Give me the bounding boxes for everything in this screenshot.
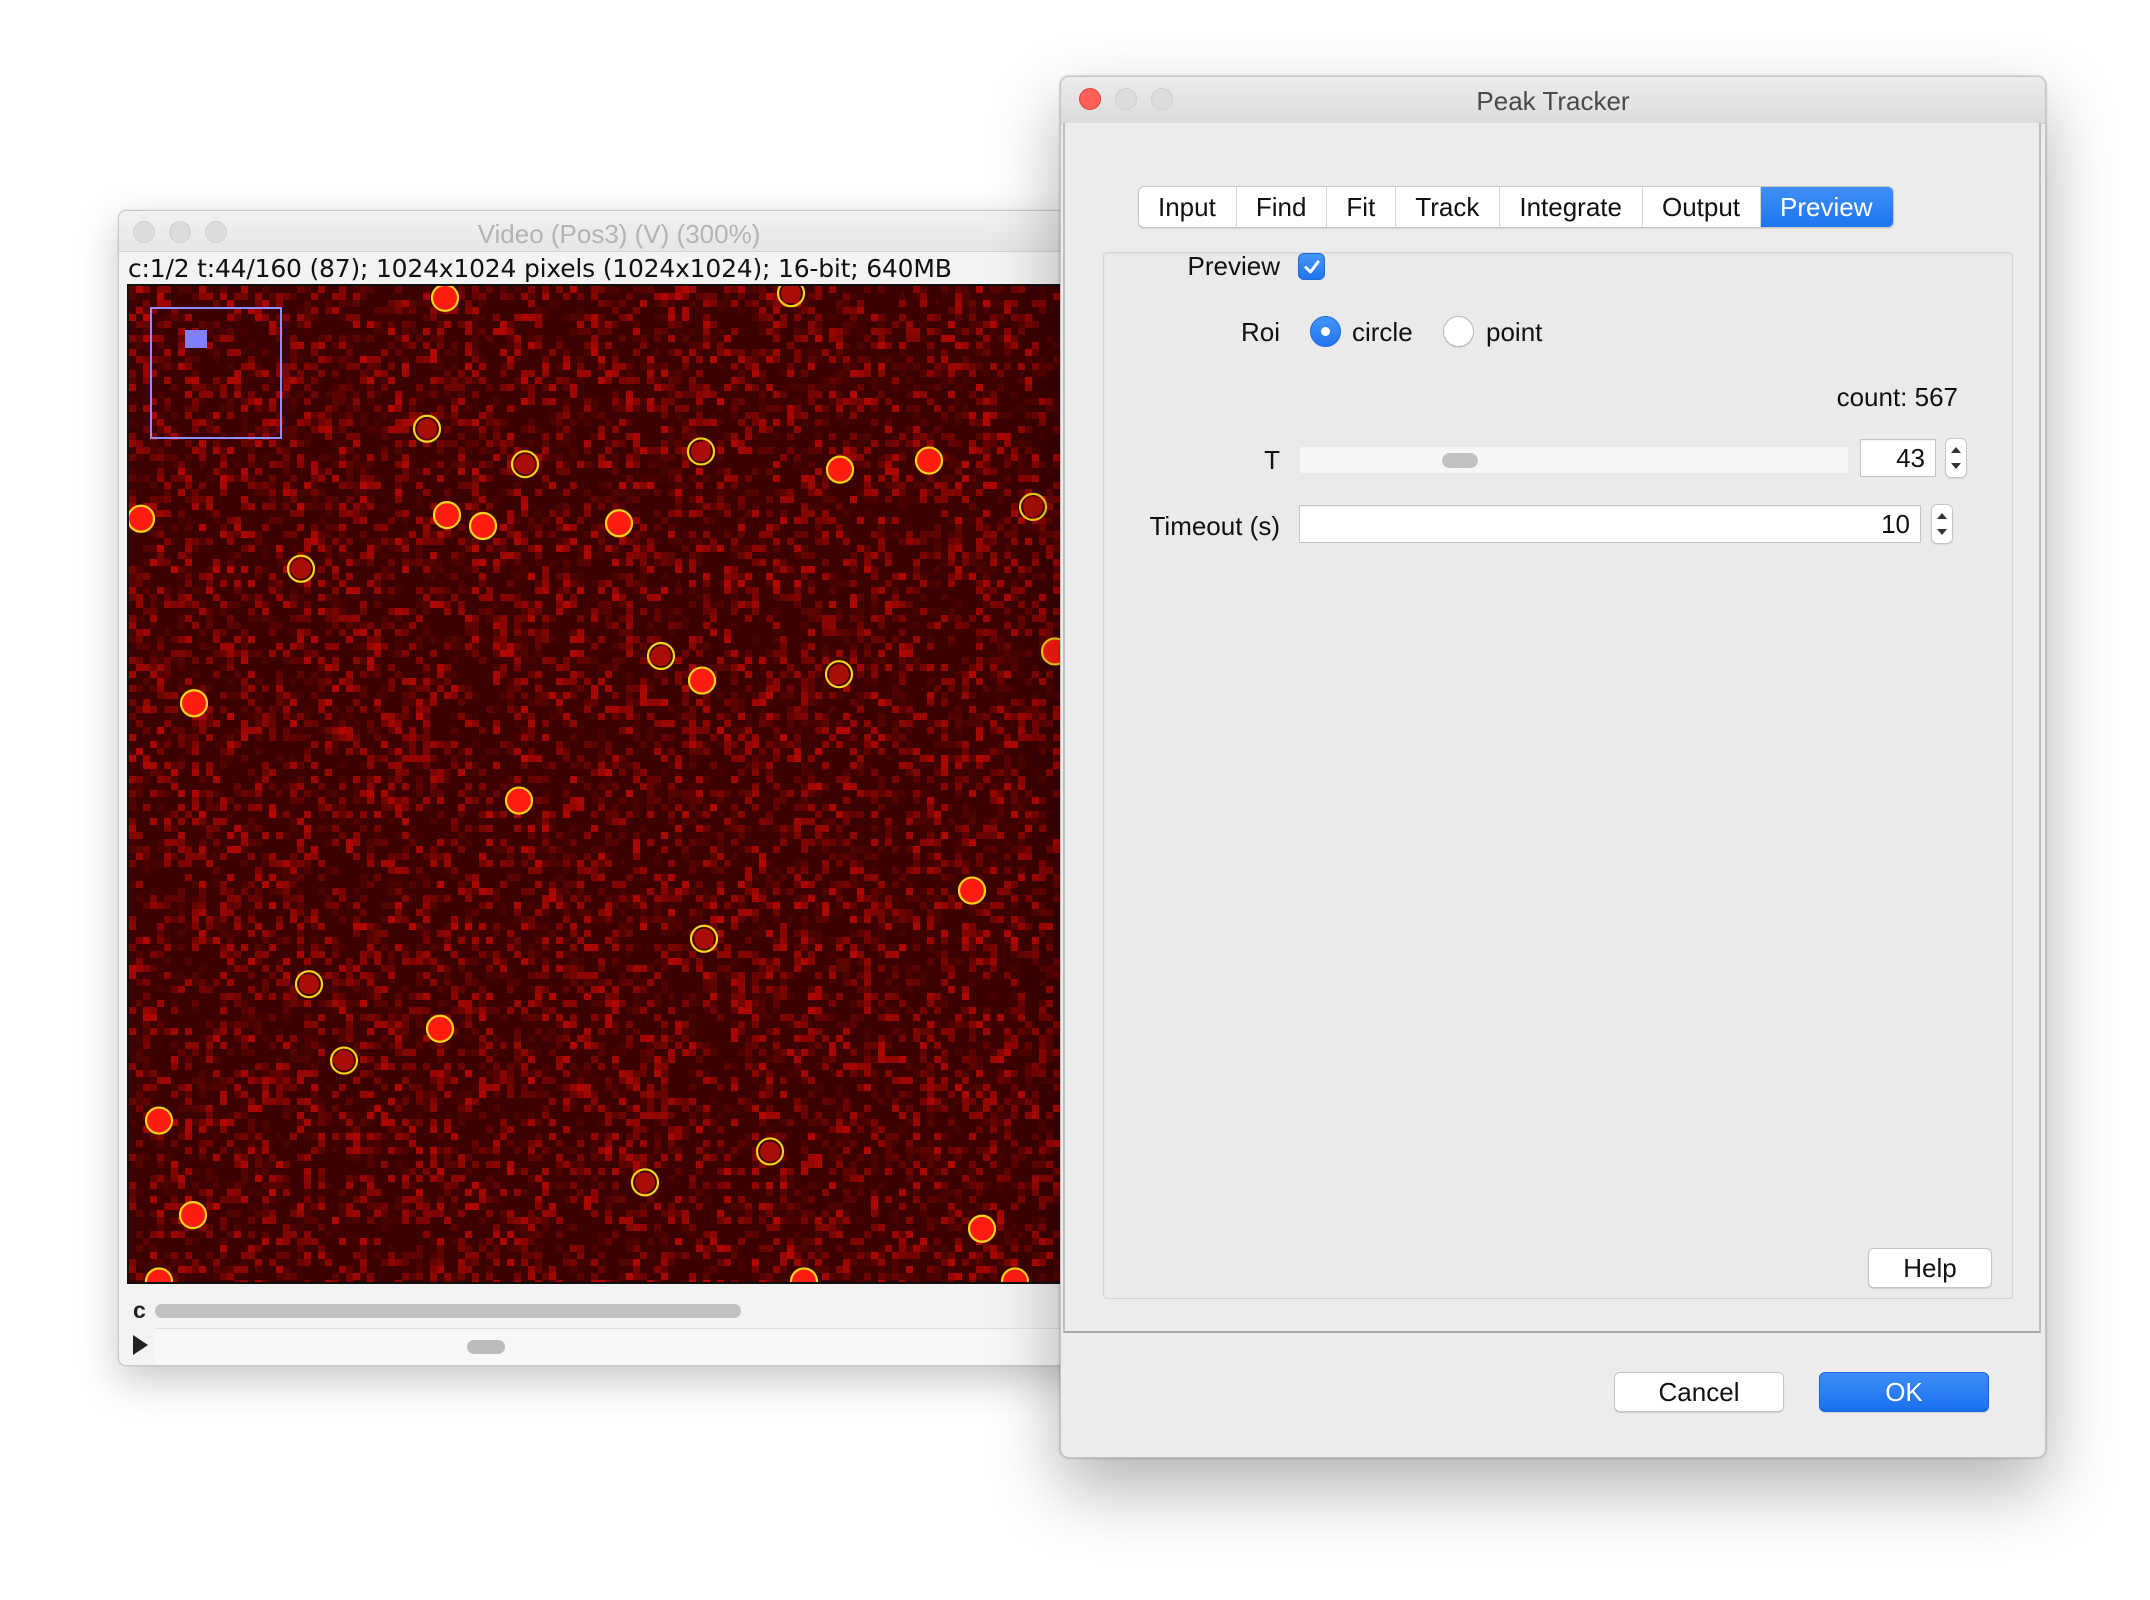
chevron-down-icon[interactable]: [1937, 529, 1947, 535]
channel-slider-label: c: [133, 1297, 146, 1323]
t-value-field[interactable]: 43: [1860, 439, 1936, 477]
help-button[interactable]: Help: [1868, 1248, 1992, 1288]
peak-spot: [1023, 496, 1043, 517]
roi-point-label[interactable]: point: [1486, 317, 1542, 348]
microscopy-image: [129, 286, 1117, 1282]
peak-spot: [291, 558, 311, 579]
image-window-titlebar[interactable]: Video (Pos3) (V) (300%): [119, 211, 1119, 252]
t-stepper[interactable]: [1945, 438, 1967, 478]
frame-slider[interactable]: [155, 1328, 1119, 1365]
peak-spot: [334, 1050, 354, 1071]
play-icon[interactable]: [133, 1335, 148, 1355]
timeout-label: Timeout (s): [1149, 511, 1281, 541]
peak-spot: [417, 418, 437, 439]
t-label: T: [1264, 445, 1280, 475]
peak-spot: [651, 646, 671, 666]
channel-slider-thumb[interactable]: [155, 1304, 741, 1318]
tab-output[interactable]: Output: [1643, 187, 1762, 227]
checkmark-icon: [1304, 260, 1320, 274]
peak-count: count: 567: [1836, 382, 1958, 412]
peak-spot: [694, 928, 714, 949]
tab-fit[interactable]: Fit: [1327, 187, 1397, 227]
tab-bar: Input Find Fit Track Integrate Output Pr…: [1138, 186, 1894, 228]
chevron-up-icon[interactable]: [1951, 447, 1961, 453]
chevron-down-icon[interactable]: [1951, 463, 1961, 469]
dialog-content: [1063, 123, 2041, 1333]
peak-spot: [299, 974, 319, 995]
tab-preview[interactable]: Preview: [1761, 187, 1893, 227]
t-slider[interactable]: [1300, 447, 1848, 473]
roi-point-radio[interactable]: [1443, 316, 1474, 347]
frame-slider-thumb[interactable]: [467, 1340, 505, 1354]
preview-label: Preview: [1187, 251, 1280, 281]
chevron-up-icon[interactable]: [1937, 513, 1947, 519]
preview-checkbox[interactable]: [1298, 253, 1325, 280]
tab-track[interactable]: Track: [1396, 187, 1501, 227]
timeout-stepper[interactable]: [1931, 504, 1953, 544]
peak-spot: [635, 1172, 655, 1193]
image-window: Video (Pos3) (V) (300%) c:1/2 t:44/160 (…: [118, 210, 1120, 1366]
dialog-titlebar[interactable]: Peak Tracker: [1061, 77, 2045, 124]
t-slider-knob[interactable]: [1442, 453, 1478, 468]
peak-spot: [515, 454, 535, 475]
dialog-title: Peak Tracker: [1476, 86, 1630, 116]
tab-integrate[interactable]: Integrate: [1500, 187, 1643, 227]
roi-circle-radio[interactable]: [1310, 316, 1341, 347]
cancel-button[interactable]: Cancel: [1614, 1372, 1784, 1412]
channel-slider[interactable]: [155, 1298, 1119, 1324]
selection-marker: [185, 330, 207, 348]
tab-input[interactable]: Input: [1139, 187, 1237, 227]
peak-spot: [760, 1141, 780, 1162]
image-canvas[interactable]: [127, 284, 1119, 1284]
peak-spot: [691, 441, 711, 462]
image-window-title: Video (Pos3) (V) (300%): [477, 219, 761, 249]
peak-spot: [829, 664, 849, 685]
timeout-field[interactable]: 10: [1299, 505, 1921, 543]
tab-find[interactable]: Find: [1237, 187, 1328, 227]
roi-label: Roi: [1240, 317, 1280, 347]
ok-button[interactable]: OK: [1819, 1372, 1989, 1412]
image-info-bar: c:1/2 t:44/160 (87); 1024x1024 pixels (1…: [128, 254, 952, 283]
roi-circle-label[interactable]: circle: [1352, 317, 1413, 348]
